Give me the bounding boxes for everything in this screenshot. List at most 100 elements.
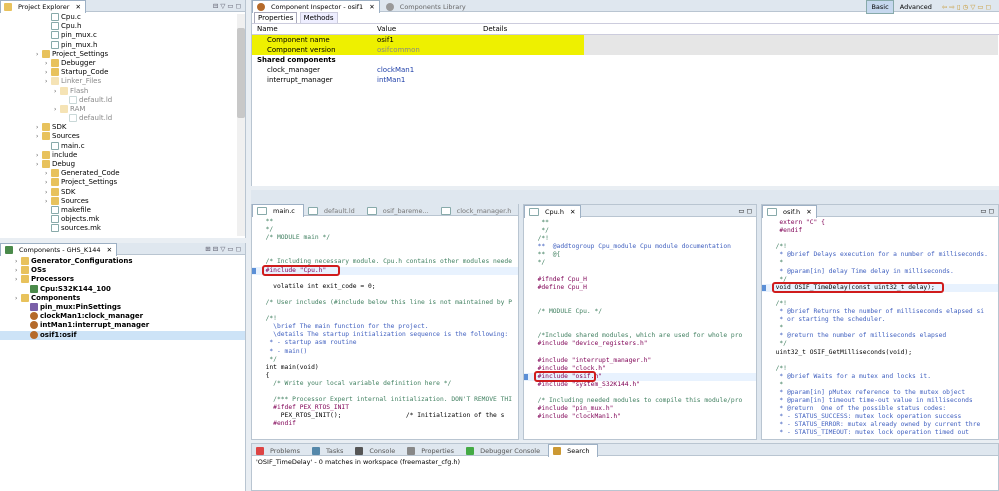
code-line[interactable]: */ [762,340,998,348]
code-line[interactable]: extern "C" { [762,219,998,227]
code-line[interactable]: #include "device_registers.h" [524,340,756,348]
code-line[interactable]: /*! [762,300,998,308]
code-line[interactable]: #ifndef Cpu_H [524,276,756,284]
advanced-mode-button[interactable]: Advanced [896,1,936,13]
code-line[interactable]: * @brief Waits for a mutex and locks it. [762,373,998,381]
code-line[interactable]: /* MODULE main */ [252,234,518,242]
tree-item[interactable]: › Linker_Files [0,77,245,86]
code-line[interactable]: #include "osif.h" [524,370,756,382]
code-line[interactable]: * - STATUS_SUCCESS: mutex lock operation… [762,413,998,421]
code-line[interactable] [252,275,518,283]
tree-item[interactable]: › Sources [0,196,245,206]
code-line[interactable] [524,268,756,276]
property-row[interactable]: Shared components [252,55,999,65]
code-line[interactable] [252,242,518,250]
bottom-tab[interactable]: Tasks [308,445,351,457]
code-line[interactable]: /*! [524,235,756,243]
basic-mode-button[interactable]: Basic [866,0,894,14]
code-line[interactable]: * [762,381,998,389]
code-line[interactable]: #include "clockMan1.h" [524,413,756,421]
code-line[interactable]: /* Including needed modules to compile t… [524,397,756,405]
code-line[interactable]: #endif [252,420,518,428]
tree-item[interactable]: pin_mux.c [0,31,245,40]
view-toolbar[interactable]: ⊞ ⊟ ▽ ▭ ◻ [201,243,245,255]
property-value[interactable]: intMan1 [377,75,405,85]
code-line[interactable]: * @brief Returns the number of milliseco… [762,308,998,316]
components-tab[interactable]: Components - GHS_K144 ✕ ⊞ ⊟ ▽ ▭ ◻ [0,243,245,256]
components-library-tab[interactable]: Components Library [382,1,474,13]
editor-toolbar[interactable]: ▭ ◻ [976,205,998,217]
code-line[interactable]: #include "system_S32K144.h" [524,381,756,389]
tree-item[interactable]: intMan1:interrupt_manager [0,321,245,330]
bottom-tab[interactable]: Problems [252,445,308,457]
tree-item[interactable]: makefile [0,205,245,215]
tree-item[interactable]: › Flash [0,86,245,96]
code-line[interactable] [524,324,756,332]
tree-item[interactable]: osif1:osif [0,330,245,340]
bottom-tab[interactable]: Console [351,445,403,457]
property-row[interactable]: interrupt_manager intMan1 [252,75,999,85]
code-line[interactable] [252,388,518,396]
tree-item[interactable]: default.ld [0,95,245,105]
tree-item[interactable]: › Processors [0,275,245,284]
code-line[interactable]: #include "pin_mux.h" [524,405,756,413]
tree-item[interactable]: › Generated_Code [0,169,245,178]
code-line[interactable]: volatile int exit_code = 0; [252,283,518,291]
code-line[interactable]: /*Include shared modules, which are used… [524,332,756,340]
tree-item[interactable]: › RAM [0,104,245,114]
code-line[interactable]: * - STATUS_ERROR: mutex already owned by… [762,421,998,429]
tree-item[interactable]: › Debugger [0,58,245,68]
code-line[interactable]: \details The startup initialization sequ… [252,331,518,339]
view-toolbar[interactable]: ⊟ ▽ ▭ ◻ [209,0,245,12]
tree-item[interactable]: › Debug [0,160,245,169]
code-line[interactable]: #define Cpu_H [524,284,756,292]
tree-item[interactable]: Cpu.h [0,22,245,31]
bottom-tab[interactable]: Properties [403,445,462,457]
tree-item[interactable]: › Generator_Configurations [0,257,245,266]
tree-item[interactable]: › SDK [0,187,245,197]
inspector-toolbar[interactable]: ⇦ ⇨ ▯ ◷ ▽ ▭ ◻ [938,1,995,13]
code-line[interactable]: #include "Cpu.h" [252,264,518,276]
code-line[interactable] [252,250,518,258]
code-line[interactable] [252,307,518,315]
code-line[interactable] [524,349,756,357]
code-line[interactable]: * or starting the scheduler. [762,316,998,324]
tree-item[interactable]: › include [0,150,245,160]
code-line[interactable]: */ [524,259,756,267]
code-line[interactable] [252,291,518,299]
tree-item[interactable]: › SDK [0,123,245,132]
tree-item[interactable]: › OSs [0,266,245,275]
property-value[interactable]: osif1 [377,35,394,45]
property-row[interactable]: Component version osifcommon [252,45,584,55]
tree-item[interactable]: pin_mux:PinSettings [0,302,245,312]
code-line[interactable]: /* User includes (#include below this li… [252,299,518,307]
code-line[interactable]: /*! [762,365,998,373]
bottom-tab[interactable]: Debugger Console [462,445,548,457]
tree-item[interactable]: › Sources [0,132,245,141]
tree-item[interactable]: main.c [0,141,245,151]
code-line[interactable]: /*! [762,243,998,251]
tree-item[interactable]: › Project_Settings [0,178,245,187]
code-line[interactable]: * @return the number of milliseconds ela… [762,332,998,340]
code-line[interactable]: #endif [762,227,998,235]
code-line[interactable]: { [252,372,518,380]
property-row[interactable]: Component name osif1 [252,35,584,45]
code-line[interactable] [524,292,756,300]
code-line[interactable] [762,235,998,243]
tree-item[interactable]: default.ld [0,114,245,123]
code-line[interactable]: PEX_RTOS_INIT(); /* Initialization of th… [252,412,518,420]
code-line[interactable]: * @return One of the possible status cod… [762,405,998,413]
code-line[interactable]: * [762,324,998,332]
code-line[interactable]: ** [252,218,518,226]
code-line[interactable]: /*! [252,315,518,323]
code-line[interactable]: /* MODULE Cpu. */ [524,308,756,316]
tree-item[interactable]: Cpu:S32K144_100 [0,284,245,294]
project-explorer-tab[interactable]: Project Explorer ✕ ⊟ ▽ ▭ ◻ [0,0,245,13]
code-line[interactable]: * @brief Delays execution for a number o… [762,251,998,259]
tree-item[interactable]: Cpu.c [0,13,245,22]
code-line[interactable]: * - startup asm routine [252,339,518,347]
code-line[interactable]: * @param[in] pMutex reference to the mut… [762,389,998,397]
code-line[interactable] [762,292,998,300]
code-line[interactable]: * [762,259,998,267]
tree-item[interactable]: › Components [0,293,245,303]
